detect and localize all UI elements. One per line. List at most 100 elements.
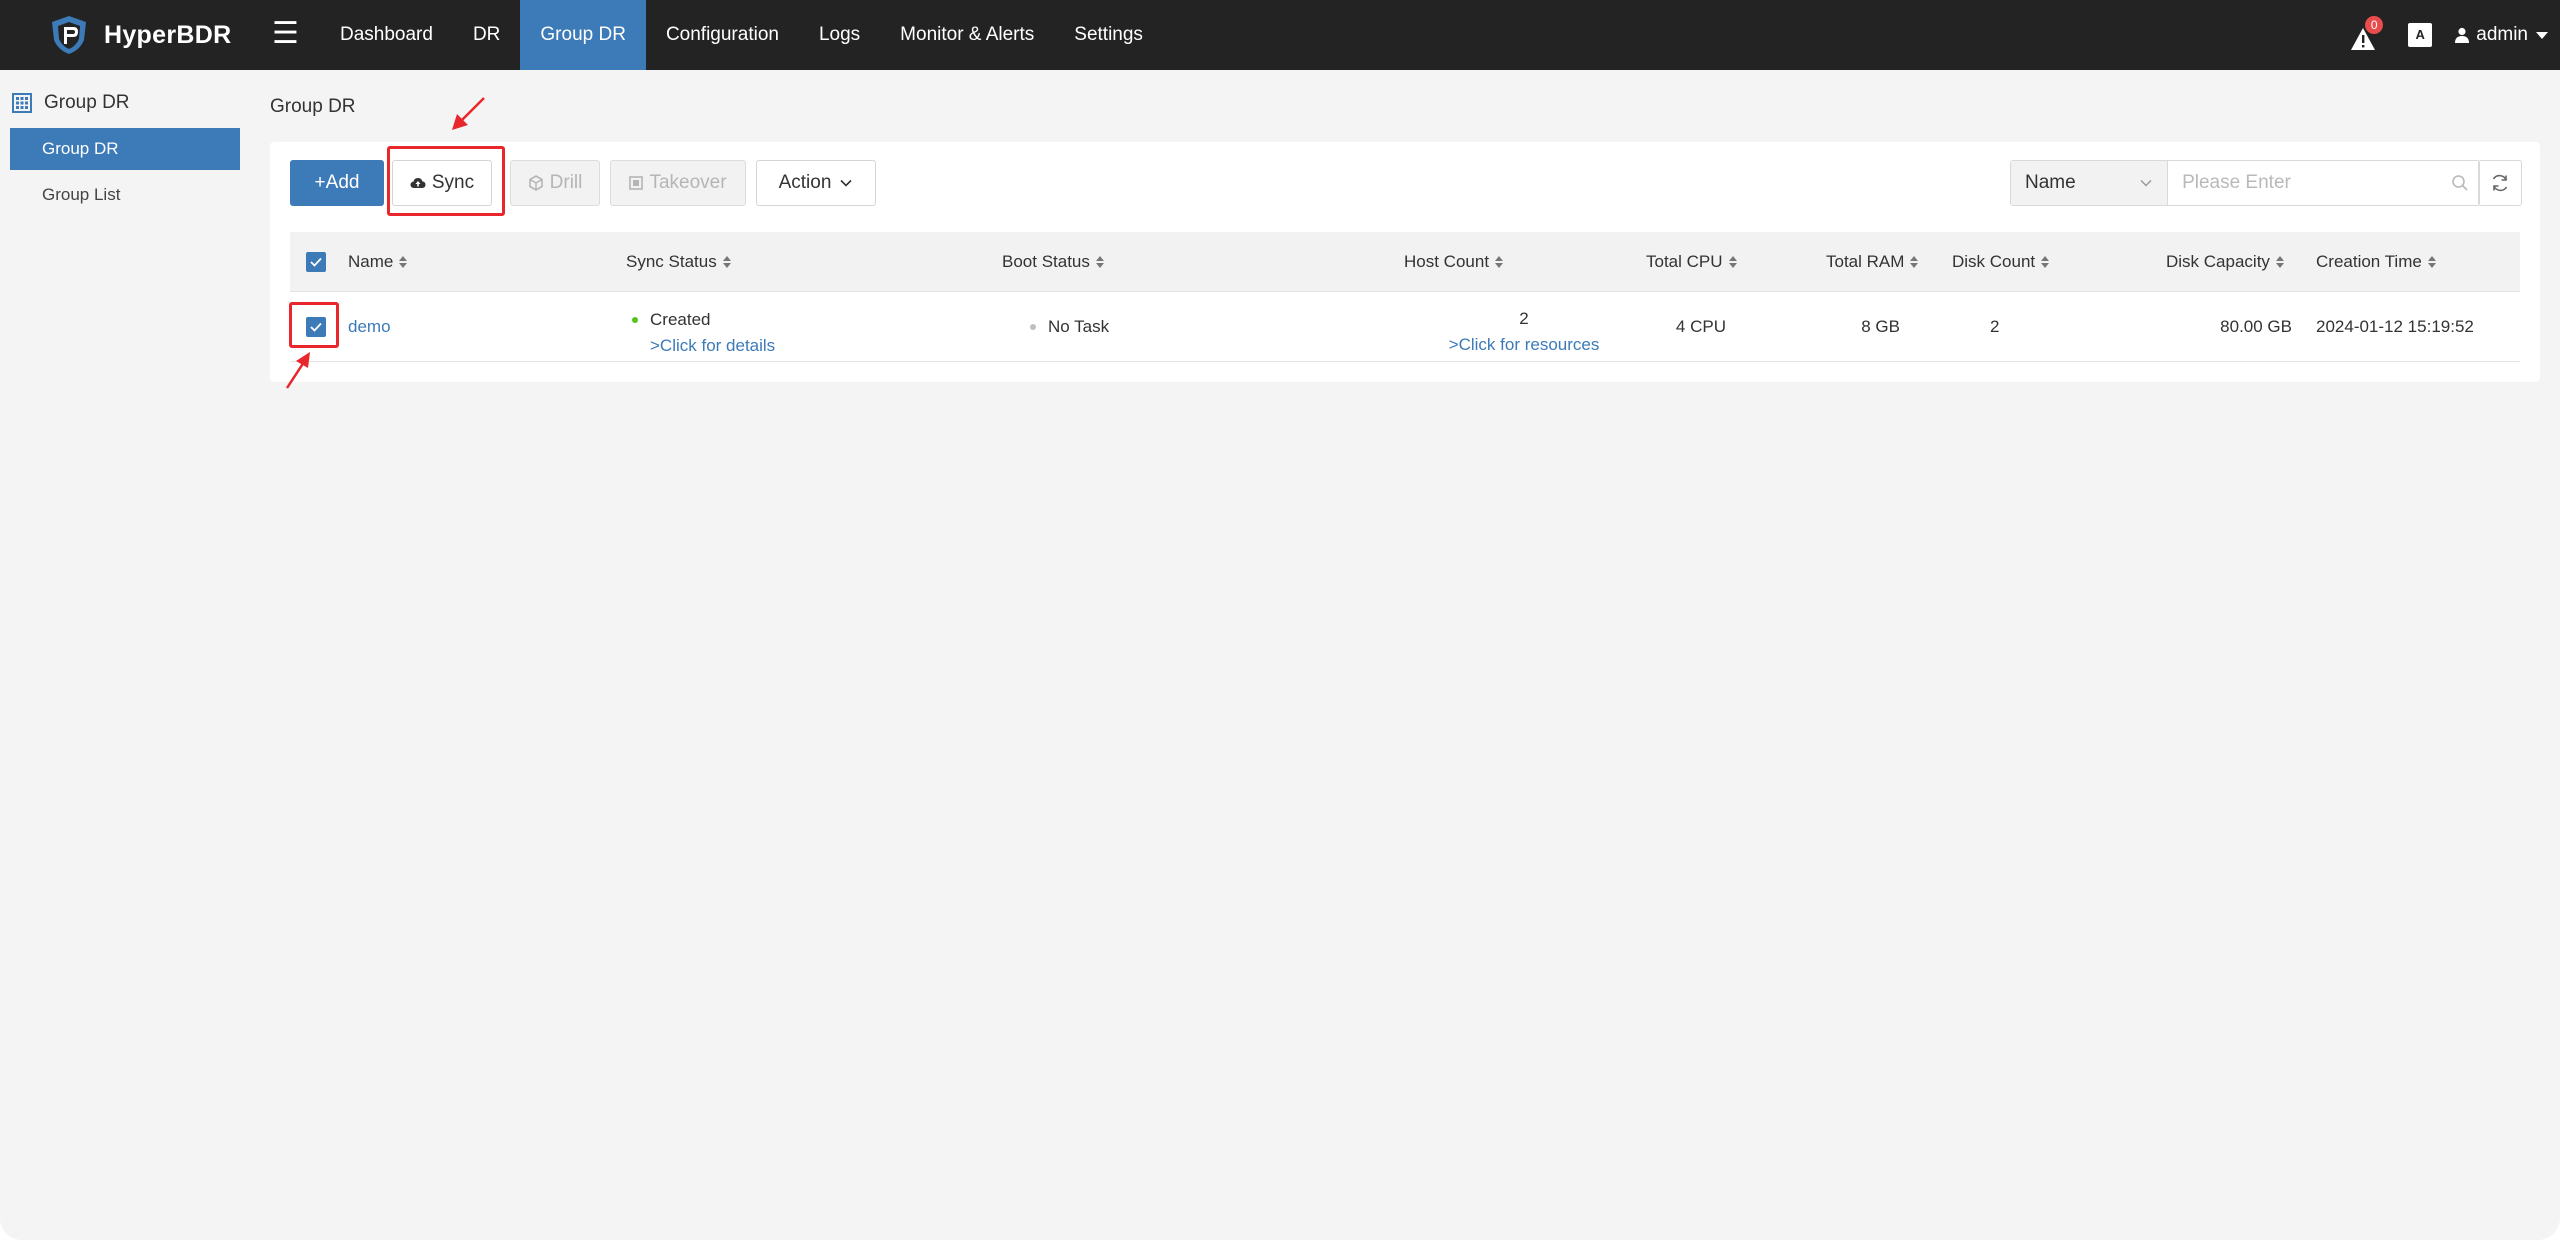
search-field-label: Name	[2025, 172, 2076, 193]
sidebar-item-group-list[interactable]: Group List	[10, 174, 240, 216]
sync-highlight-box	[387, 146, 505, 216]
sort-icon	[1095, 255, 1104, 268]
col-disk-count[interactable]: Disk Count	[1952, 232, 2050, 291]
page-title: Group DR	[270, 96, 356, 117]
alert-count-badge: 0	[2365, 16, 2384, 34]
search-input[interactable]	[2168, 161, 2442, 205]
action-dropdown[interactable]: Action	[756, 160, 876, 206]
col-sync-status[interactable]: Sync Status	[626, 232, 731, 291]
sidebar-item-group-dr[interactable]: Group DR	[10, 128, 240, 170]
shield-logo-icon	[52, 16, 86, 54]
col-sync-status-label: Sync Status	[626, 251, 717, 271]
boot-status-cell: No Task	[1030, 292, 1109, 361]
col-disk-count-label: Disk Count	[1952, 251, 2036, 271]
refresh-icon	[2492, 174, 2508, 192]
col-disk-capacity[interactable]: Disk Capacity	[2166, 232, 2284, 291]
top-navbar: HyperBDR ☰ Dashboard DR Group DR Configu…	[0, 0, 2560, 70]
logo[interactable]: HyperBDR	[48, 14, 231, 56]
disk-capacity: 80.00 GB	[2220, 316, 2292, 336]
username: admin	[2476, 24, 2528, 45]
col-boot-status[interactable]: Boot Status	[1002, 232, 1104, 291]
sidebar-heading-label: Group DR	[44, 92, 130, 113]
group-name-link[interactable]: demo	[348, 292, 391, 361]
main-nav: Dashboard DR Group DR Configuration Logs…	[320, 0, 1163, 70]
col-total-ram[interactable]: Total RAM	[1826, 232, 1919, 291]
group-name: demo	[348, 316, 391, 336]
total-ram: 8 GB	[1861, 316, 1900, 336]
takeover-button[interactable]: Takeover	[610, 160, 746, 206]
search-field-select[interactable]: Name	[2011, 161, 2169, 205]
language-icon[interactable]: A	[2408, 23, 2433, 47]
caret-down-icon	[2536, 31, 2548, 39]
host-count: 2	[1519, 308, 1529, 328]
checkbox-highlight-box	[289, 302, 339, 348]
host-count-cell: 2 >Click for resources	[1404, 292, 1644, 361]
status-dot-green	[632, 316, 638, 323]
content-panel: +Add Sync Drill Takeover Action Name Ple…	[270, 142, 2540, 382]
drill-label: Drill	[549, 172, 583, 193]
takeover-label: Takeover	[649, 172, 727, 193]
action-label: Action	[778, 172, 832, 193]
nav-monitor-alerts[interactable]: Monitor & Alerts	[880, 0, 1054, 70]
refresh-button[interactable]	[2478, 160, 2522, 206]
sort-icon	[2041, 255, 2050, 268]
user-menu[interactable]: admin	[2454, 24, 2548, 46]
col-total-cpu[interactable]: Total CPU	[1646, 232, 1737, 291]
sync-details-link[interactable]: >Click for details	[650, 336, 775, 356]
chevron-down-icon	[2140, 179, 2152, 187]
col-total-cpu-label: Total CPU	[1646, 251, 1723, 271]
sort-icon	[1910, 255, 1919, 268]
checkbox-checked	[306, 251, 326, 272]
sync-status: Created	[632, 310, 710, 330]
nav-group-dr[interactable]: Group DR	[520, 0, 646, 70]
status-dot-grey	[1030, 323, 1036, 330]
disk-count: 2	[1990, 316, 2000, 336]
table-row[interactable]: demo Created >Click for details No Task …	[290, 292, 2520, 362]
arrow-to-checkbox-icon	[285, 352, 310, 389]
col-boot-status-label: Boot Status	[1002, 251, 1090, 271]
sort-icon	[2275, 255, 2284, 268]
sidebar-heading: Group DR	[12, 92, 130, 114]
table-header: Name Sync Status Boot Status Host Count …	[290, 232, 2520, 292]
app-window: HyperBDR ☰ Dashboard DR Group DR Configu…	[0, 0, 2560, 1240]
creation-time: 2024-01-12 15:19:52	[2316, 316, 2474, 336]
col-creation-time[interactable]: Creation Time	[2316, 232, 2436, 291]
building-icon	[12, 93, 32, 113]
sidebar: Group DR Group DR Group List	[0, 70, 250, 1240]
header-tools: 0 A admin	[2350, 0, 2548, 70]
app-name: HyperBDR	[104, 20, 232, 49]
arrow-to-sync-icon	[452, 97, 485, 130]
search-icon[interactable]	[2441, 161, 2479, 205]
col-creation-time-label: Creation Time	[2316, 251, 2422, 271]
takeover-icon	[629, 176, 644, 190]
nav-dashboard[interactable]: Dashboard	[320, 0, 453, 70]
nav-dr[interactable]: DR	[453, 0, 520, 70]
col-disk-capacity-label: Disk Capacity	[2166, 251, 2270, 271]
nav-settings[interactable]: Settings	[1054, 0, 1163, 70]
host-resources-link[interactable]: >Click for resources	[1449, 335, 1600, 355]
col-host-count-label: Host Count	[1404, 251, 1490, 271]
menu-toggle-icon[interactable]: ☰	[272, 18, 299, 50]
chevron-down-icon	[840, 179, 852, 187]
add-button[interactable]: +Add	[290, 160, 384, 206]
sort-icon	[722, 255, 731, 268]
col-name-label: Name	[348, 251, 394, 271]
sort-icon	[1495, 255, 1504, 268]
select-all-checkbox[interactable]	[306, 232, 326, 291]
alerts-button[interactable]: 0	[2350, 16, 2384, 50]
sort-icon	[2427, 255, 2436, 268]
col-total-ram-label: Total RAM	[1826, 251, 1905, 271]
col-host-count[interactable]: Host Count	[1404, 232, 1504, 291]
sync-status-cell: Created >Click for details	[632, 292, 775, 361]
search-bar: Name	[2010, 160, 2480, 206]
nav-configuration[interactable]: Configuration	[646, 0, 799, 70]
total-cpu: 4 CPU	[1675, 316, 1726, 336]
nav-logs[interactable]: Logs	[799, 0, 880, 70]
sort-icon	[399, 255, 408, 268]
col-name[interactable]: Name	[348, 232, 408, 291]
group-table: Name Sync Status Boot Status Host Count …	[290, 232, 2520, 362]
sort-icon	[1728, 255, 1737, 268]
drill-icon	[528, 175, 543, 191]
drill-button[interactable]: Drill	[510, 160, 600, 206]
user-icon	[2455, 27, 2470, 43]
